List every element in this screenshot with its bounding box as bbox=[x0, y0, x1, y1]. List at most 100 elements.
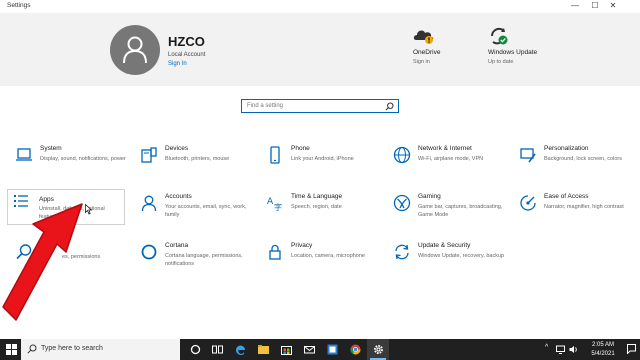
tile-description: Location, camera, microphone bbox=[291, 253, 365, 259]
svg-text:字: 字 bbox=[274, 202, 282, 212]
tile-description: Game bar, captures, broadcasting, Game M… bbox=[418, 204, 503, 218]
red-arrow-annotation bbox=[2, 203, 83, 321]
tile-title: Ease of Access bbox=[544, 193, 589, 200]
lock-icon bbox=[269, 244, 281, 260]
window-title: Settings bbox=[7, 2, 31, 9]
onedrive-title: OneDrive bbox=[413, 49, 441, 56]
tile-title: Gaming bbox=[418, 193, 441, 200]
tile-title: System bbox=[40, 145, 62, 152]
tile-title: Accounts bbox=[165, 193, 192, 200]
windows-update-title: Windows Update bbox=[488, 49, 538, 56]
find-setting-search[interactable]: Find a setting bbox=[241, 99, 399, 113]
time-language-icon: A 字 bbox=[267, 197, 282, 212]
settings-button[interactable] bbox=[367, 339, 389, 360]
account-name: HZCO bbox=[168, 34, 205, 49]
file-explorer-button[interactable] bbox=[252, 339, 274, 360]
paint-icon bbox=[520, 148, 536, 163]
edge-button[interactable] bbox=[229, 339, 251, 360]
task-view-button[interactable] bbox=[206, 339, 228, 360]
tile-devices[interactable]: Devices Bluetooth, printers, mouse bbox=[136, 145, 259, 188]
account-header: HZCO Local Account Sign In OneDrive Sign… bbox=[0, 13, 640, 86]
app-button[interactable] bbox=[321, 339, 343, 360]
svg-text:A: A bbox=[267, 197, 274, 207]
search-icon bbox=[27, 344, 37, 354]
tile-description: Background, lock screen, colors bbox=[544, 156, 622, 162]
cortana-icon bbox=[141, 244, 157, 260]
sign-in-link[interactable]: Sign In bbox=[168, 61, 187, 67]
devices-icon bbox=[141, 147, 157, 163]
chrome-icon bbox=[350, 344, 361, 355]
system-clock[interactable]: 2:05 AM 5/4/2021 bbox=[583, 341, 623, 358]
tile-title: Time & Language bbox=[291, 193, 343, 200]
tile-description: Narrator, magnifier, high contrast bbox=[544, 204, 624, 210]
tile-title: Phone bbox=[291, 145, 310, 152]
tile-privacy[interactable]: Privacy Location, camera, microphone bbox=[262, 242, 385, 285]
tile-title: Devices bbox=[165, 145, 189, 152]
tile-phone[interactable]: Phone Link your Android, iPhone bbox=[262, 145, 385, 188]
tile-description: Display, sound, notifications, power bbox=[40, 156, 126, 162]
edge-icon bbox=[236, 345, 245, 355]
network-icon[interactable] bbox=[556, 345, 565, 354]
onedrive-icon bbox=[413, 26, 434, 46]
mail-icon bbox=[304, 346, 315, 354]
clock-date: 5/4/2021 bbox=[591, 350, 615, 357]
cortana-button[interactable] bbox=[184, 339, 206, 360]
avatar bbox=[110, 25, 160, 75]
volume-icon[interactable] bbox=[569, 345, 578, 354]
windows-update-icon bbox=[488, 26, 508, 46]
close-button[interactable]: ✕ bbox=[604, 0, 622, 13]
tile-description: Your accounts, email, sync, work, family bbox=[165, 204, 247, 218]
ease-of-access-icon bbox=[520, 195, 536, 211]
chrome-button[interactable] bbox=[344, 339, 366, 360]
task-view-icon bbox=[212, 345, 223, 354]
tile-system[interactable]: System Display, sound, notifications, po… bbox=[11, 145, 134, 188]
windows-update-status: Up to date bbox=[488, 59, 514, 65]
tile-description: Cortana language, permissions, notificat… bbox=[165, 253, 243, 267]
onedrive-status: Sign in bbox=[413, 59, 430, 65]
tray-chevron-icon[interactable]: ^ bbox=[545, 344, 548, 351]
tile-time-language[interactable]: A 字 Time & Language Speech, region, date bbox=[262, 193, 385, 236]
tile-personalization[interactable]: Personalization Background, lock screen,… bbox=[515, 145, 638, 188]
cortana-icon bbox=[190, 344, 201, 355]
store-icon bbox=[281, 346, 292, 355]
tile-description: Speech, region, date bbox=[291, 204, 342, 210]
minimize-button[interactable]: — bbox=[566, 0, 584, 13]
globe-icon bbox=[393, 146, 411, 164]
refresh-icon bbox=[395, 244, 409, 260]
search-placeholder: Find a setting bbox=[247, 103, 284, 109]
person-icon bbox=[123, 36, 147, 64]
windows-start-icon[interactable] bbox=[6, 344, 17, 355]
search-icon bbox=[385, 102, 394, 111]
windows-update-tile[interactable]: Windows Update Up to date bbox=[488, 26, 537, 65]
onedrive-tile[interactable]: OneDrive Sign in bbox=[413, 26, 440, 65]
account-type: Local Account bbox=[168, 52, 206, 58]
tile-title: Cortana bbox=[165, 242, 189, 249]
taskbar-search-box[interactable]: Type here to search bbox=[21, 339, 180, 360]
phone-icon bbox=[270, 146, 280, 164]
tile-network-internet[interactable]: Network & Internet Wi-Fi, airplane mode,… bbox=[389, 145, 512, 188]
folder-icon bbox=[258, 345, 269, 354]
notification-icon[interactable] bbox=[627, 344, 636, 354]
tile-description: Windows Update, recovery, backup bbox=[418, 253, 505, 259]
tile-title: Network & Internet bbox=[418, 145, 472, 152]
tile-cortana[interactable]: Cortana Cortana language, permissions, n… bbox=[136, 242, 259, 285]
person-icon bbox=[141, 195, 157, 212]
clock-time: 2:05 AM bbox=[591, 342, 614, 348]
tile-ease-of-access[interactable]: Ease of Access Narrator, magnifier, high… bbox=[515, 193, 638, 236]
store-button[interactable] bbox=[275, 339, 297, 360]
tile-title: Personalization bbox=[544, 145, 589, 152]
taskbar-search-placeholder: Type here to search bbox=[41, 345, 103, 352]
tile-title: Update & Security bbox=[418, 242, 471, 249]
taskbar: Type here to search ^ 2:05 AM 5/4/2021 bbox=[0, 339, 640, 360]
tile-update-security[interactable]: Update & Security Windows Update, recove… bbox=[389, 242, 512, 285]
tile-description: Bluetooth, printers, mouse bbox=[165, 156, 230, 162]
tile-gaming[interactable]: Gaming Game bar, captures, broadcasting,… bbox=[389, 193, 512, 236]
tile-title: Privacy bbox=[291, 242, 313, 249]
laptop-icon bbox=[16, 148, 32, 161]
title-bar: Settings — ☐ ✕ bbox=[0, 0, 640, 13]
tile-description: Link your Android, iPhone bbox=[291, 156, 354, 162]
mail-button[interactable] bbox=[298, 339, 320, 360]
tile-accounts[interactable]: Accounts Your accounts, email, sync, wor… bbox=[136, 193, 259, 236]
maximize-button[interactable]: ☐ bbox=[586, 0, 604, 13]
gear-icon bbox=[374, 345, 383, 354]
